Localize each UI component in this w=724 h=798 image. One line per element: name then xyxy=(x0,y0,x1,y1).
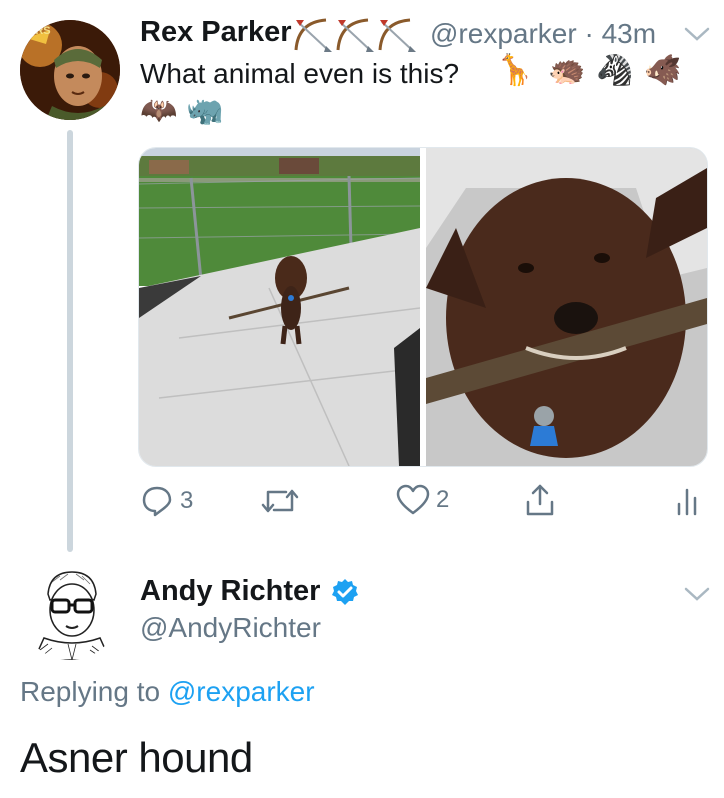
tweet-media-grid[interactable] xyxy=(138,147,708,467)
boar-emoji-icon: 🐗 xyxy=(644,54,682,87)
avatar-rex-parker[interactable]: ERS xyxy=(20,20,120,120)
avatar-andy-richter[interactable] xyxy=(20,560,120,660)
heart-icon xyxy=(396,484,430,515)
reply-text: Asner hound xyxy=(20,734,253,781)
reply-author-name[interactable]: Andy Richter xyxy=(140,575,320,608)
handle-text: @rexparker xyxy=(430,18,577,49)
giraffe-emoji-icon: 🦒 xyxy=(496,54,534,87)
retweet-action[interactable] xyxy=(260,486,306,516)
retweet-icon xyxy=(261,489,299,513)
bat-emoji-icon: 🦇 xyxy=(140,94,178,127)
replying-to-line: Replying to @rexparker xyxy=(20,676,315,708)
chevron-down-icon[interactable] xyxy=(684,586,710,602)
hedgehog-emoji-icon: 🦔 xyxy=(548,54,586,87)
reply-icon xyxy=(142,486,172,517)
tweet-text: What animal even is this? xyxy=(140,58,460,89)
svg-text:ERS: ERS xyxy=(28,25,51,37)
name-emoji-group xyxy=(292,14,422,54)
chevron-down-icon[interactable] xyxy=(684,26,710,42)
photo-dog-closeup[interactable] xyxy=(426,148,707,466)
separator-dot: · xyxy=(584,18,594,49)
analytics-action[interactable] xyxy=(676,486,698,516)
replying-to-label: Replying to xyxy=(20,676,161,707)
share-action[interactable] xyxy=(524,482,556,518)
rhino-emoji-icon: 🦏 xyxy=(186,94,224,127)
thread-connector-line xyxy=(67,130,73,552)
author-name[interactable]: Rex Parker xyxy=(140,16,292,49)
photo-dog-in-yard[interactable] xyxy=(139,148,420,466)
zebra-emoji-icon: 🦓 xyxy=(596,54,634,87)
like-count: 2 xyxy=(436,486,450,513)
tweet-timestamp[interactable]: 43m xyxy=(602,18,656,49)
replying-to-handle-link[interactable]: @rexparker xyxy=(168,676,315,707)
tweet-thread: ERS Rex Parker @rexparker · 43m What ani… xyxy=(0,0,724,798)
reply-count: 3 xyxy=(180,487,194,514)
verified-badge-icon xyxy=(332,579,358,605)
analytics-icon xyxy=(677,488,697,516)
reply-action[interactable]: 3 xyxy=(140,484,193,518)
author-handle[interactable]: @rexparker · 43m xyxy=(430,18,656,50)
share-icon xyxy=(526,484,554,516)
like-action[interactable]: 2 xyxy=(396,484,449,516)
reply-author-handle[interactable]: @AndyRichter xyxy=(140,612,321,644)
bow-and-arrow-icon xyxy=(294,18,416,52)
